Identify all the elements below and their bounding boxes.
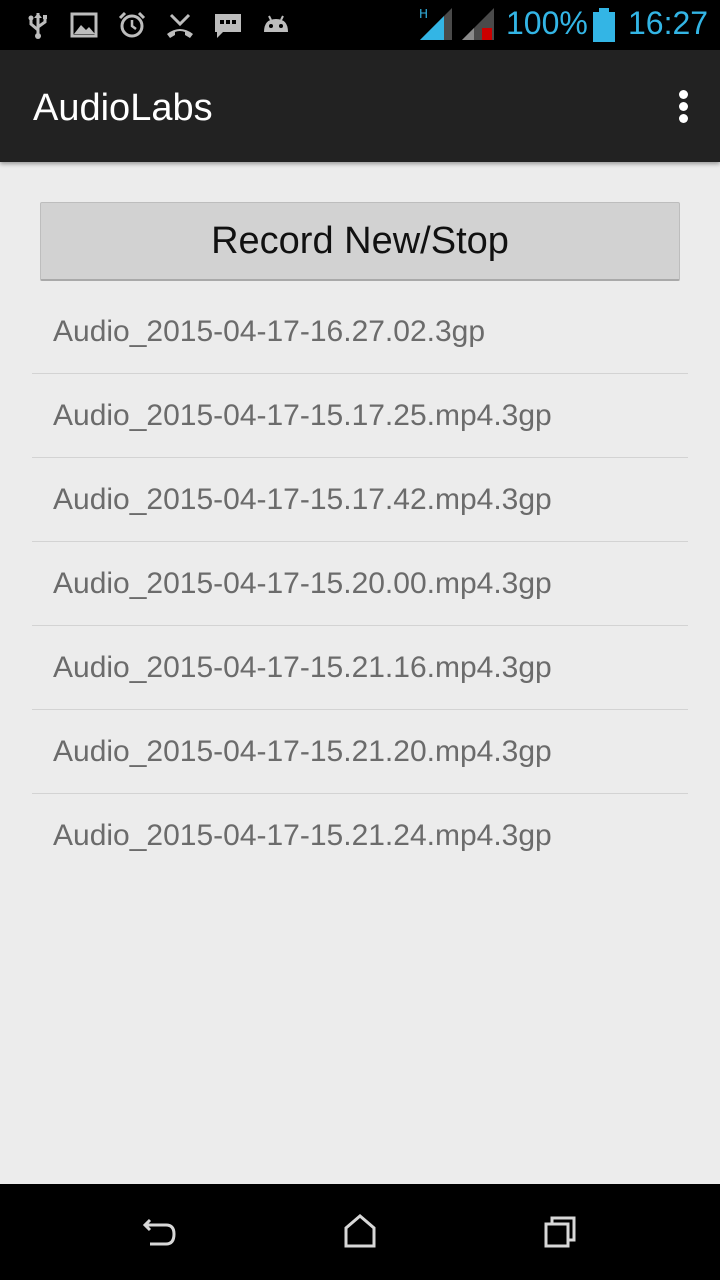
missed-call-icon xyxy=(165,10,195,40)
status-bar: H 100% 16:27 xyxy=(0,0,720,50)
list-item[interactable]: Audio_2015-04-17-15.21.20.mp4.3gp xyxy=(32,710,688,794)
android-icon xyxy=(261,10,291,40)
clock: 16:27 xyxy=(628,5,709,41)
list-item[interactable]: Audio_2015-04-17-15.21.16.mp4.3gp xyxy=(32,626,688,710)
list-item[interactable]: Audio_2015-04-17-15.17.42.mp4.3gp xyxy=(32,458,688,542)
recordings-list: Audio_2015-04-17-16.27.02.3gp Audio_2015… xyxy=(32,290,688,878)
image-icon xyxy=(69,10,99,40)
navigation-bar xyxy=(0,1184,720,1280)
app-title: AudioLabs xyxy=(33,87,213,129)
action-bar: AudioLabs xyxy=(0,50,720,162)
signal-h-icon: H xyxy=(418,6,454,42)
list-item[interactable]: Audio_2015-04-17-15.21.24.mp4.3gp xyxy=(32,794,688,878)
message-icon xyxy=(213,10,243,40)
list-item[interactable]: Audio_2015-04-17-15.17.25.mp4.3gp xyxy=(32,374,688,458)
home-icon[interactable] xyxy=(338,1212,382,1252)
recents-icon[interactable] xyxy=(538,1212,582,1252)
list-item[interactable]: Audio_2015-04-17-15.20.00.mp4.3gp xyxy=(32,542,688,626)
alarm-icon xyxy=(117,10,147,40)
overflow-menu-icon[interactable] xyxy=(664,82,704,130)
usb-icon xyxy=(24,10,54,40)
network-type-label: H xyxy=(419,7,428,21)
battery-percent: 100% xyxy=(506,5,588,41)
signal-no-service-icon xyxy=(460,6,496,42)
back-icon[interactable] xyxy=(138,1212,182,1252)
record-new-stop-button[interactable]: Record New/Stop xyxy=(40,202,680,281)
battery-icon xyxy=(592,8,616,42)
list-item[interactable]: Audio_2015-04-17-16.27.02.3gp xyxy=(32,290,688,374)
